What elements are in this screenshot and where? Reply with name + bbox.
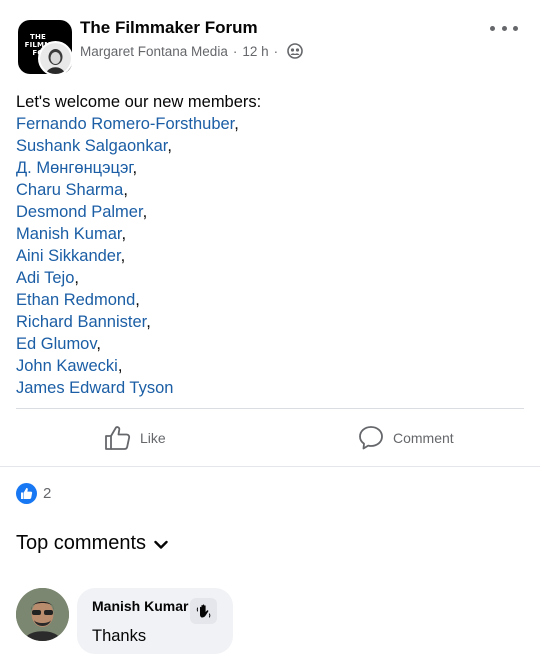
- comment-bubble-icon: [359, 426, 383, 450]
- member-item: Manish Kumar,: [16, 223, 526, 245]
- member-link[interactable]: Fernando Romero-Forsthuber: [16, 115, 234, 133]
- member-item: Ethan Redmond,: [16, 289, 526, 311]
- member-separator: ,: [142, 203, 148, 221]
- like-button[interactable]: Like: [104, 412, 166, 464]
- member-item: Ed Glumov,: [16, 333, 526, 355]
- member-link[interactable]: Д. Мөнгөнцэцэг: [16, 159, 132, 177]
- post-header: THEFILMMFO The Filmmaker Forum Margaret …: [0, 0, 540, 88]
- member-separator: ,: [120, 247, 126, 265]
- member-link[interactable]: Charu Sharma: [16, 181, 123, 199]
- member-link[interactable]: Richard Bannister: [16, 313, 146, 331]
- member-link[interactable]: John Kawecki: [16, 357, 118, 375]
- top-comments-filter[interactable]: Top comments: [16, 532, 168, 555]
- member-separator: ,: [167, 137, 172, 155]
- section-separator: [0, 466, 540, 467]
- group-name[interactable]: The Filmmaker Forum: [80, 18, 258, 38]
- member-link[interactable]: James Edward Tyson: [16, 379, 173, 397]
- member-separator: ,: [123, 181, 128, 199]
- post-intro: Let's welcome our new members:: [16, 93, 262, 111]
- comment-author[interactable]: Manish Kumar: [92, 598, 188, 614]
- post-actions: Like Comment: [0, 412, 540, 464]
- more-options-button[interactable]: [490, 18, 518, 38]
- top-comments-label: Top comments: [16, 532, 147, 554]
- member-link[interactable]: Sushank Salgaonkar: [16, 137, 167, 155]
- member-item: Fernando Romero-Forsthuber,: [16, 113, 526, 135]
- reaction-summary[interactable]: 2: [16, 483, 51, 504]
- meta-separator: ·: [232, 43, 238, 59]
- member-item: Richard Bannister,: [16, 311, 526, 333]
- member-separator: ,: [121, 225, 127, 243]
- like-reaction-icon: [16, 483, 37, 504]
- member-item: John Kawecki,: [16, 355, 526, 377]
- author-name[interactable]: Margaret Fontana Media: [80, 44, 228, 59]
- member-item: Desmond Palmer,: [16, 201, 526, 223]
- post-body: Let's welcome our new members: Fernando …: [16, 91, 526, 399]
- member-separator: ,: [234, 115, 239, 133]
- meta-separator: ·: [273, 43, 279, 59]
- member-separator: ,: [132, 159, 138, 177]
- member-link[interactable]: Manish Kumar: [16, 225, 121, 243]
- waving-hand-icon: [190, 598, 217, 624]
- member-item: Д. Мөнгөнцэцэг,: [16, 157, 526, 179]
- group-audience-icon: [287, 43, 303, 59]
- divider: [16, 408, 524, 409]
- post-meta: Margaret Fontana Media · 12 h ·: [80, 43, 303, 59]
- member-link[interactable]: Aini Sikkander: [16, 247, 121, 265]
- post-time[interactable]: 12 h: [242, 44, 268, 59]
- comment-text: Thanks: [92, 627, 147, 645]
- comment-label: Comment: [393, 430, 454, 446]
- reaction-count: 2: [43, 485, 52, 502]
- member-list: Fernando Romero-Forsthuber, Sushank Salga…: [16, 113, 526, 399]
- member-item: Aini Sikkander,: [16, 245, 526, 267]
- author-avatar[interactable]: [38, 41, 73, 76]
- member-separator: ,: [135, 291, 140, 309]
- member-item: James Edward Tyson: [16, 377, 526, 399]
- like-label: Like: [140, 430, 166, 446]
- member-separator: ,: [146, 313, 151, 331]
- member-link[interactable]: Ethan Redmond: [16, 291, 135, 309]
- member-separator: ,: [117, 357, 123, 375]
- member-separator: ,: [96, 335, 101, 353]
- more-dots-icon: [490, 25, 495, 31]
- chevron-down-icon: [154, 540, 168, 549]
- comment-bubble[interactable]: Manish Kumar Thanks: [77, 588, 233, 654]
- member-item: Charu Sharma,: [16, 179, 526, 201]
- member-link[interactable]: Desmond Palmer: [16, 203, 143, 221]
- commenter-avatar[interactable]: [16, 588, 69, 641]
- member-link[interactable]: Ed Glumov: [16, 335, 96, 353]
- thumbs-up-icon: [105, 426, 131, 450]
- member-link[interactable]: Adi Tejo: [16, 269, 74, 287]
- member-separator: ,: [74, 269, 79, 287]
- member-item: Adi Tejo,: [16, 267, 526, 289]
- member-item: Sushank Salgaonkar,: [16, 135, 526, 157]
- comment-button[interactable]: Comment: [358, 412, 454, 464]
